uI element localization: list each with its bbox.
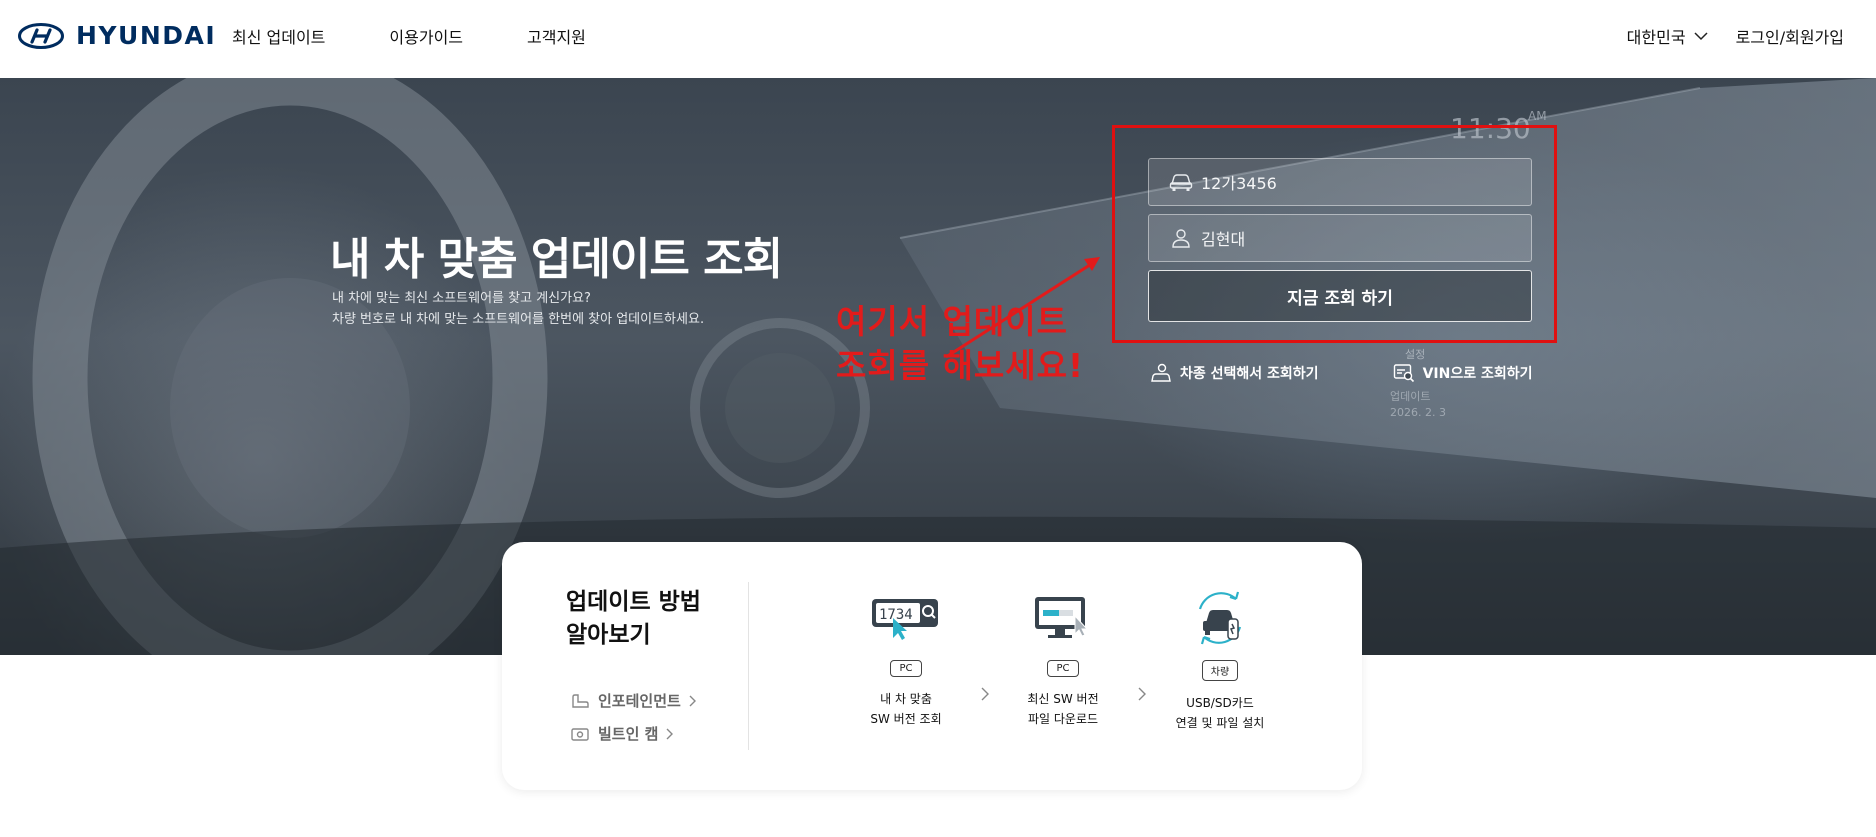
update-steps: 1734 PC 내 차 맞춤 SW 버전 조회 PC 최신 SW 버전 파일 다… <box>842 590 1284 733</box>
step-label-line: SW 버전 조회 <box>870 712 942 726</box>
hero-subtitle: 내 차에 맞는 최신 소프트웨어를 찾고 계신가요? 차량 번호로 내 차에 맞… <box>332 288 704 330</box>
card-divider <box>748 582 749 750</box>
car-icon <box>1169 174 1193 191</box>
utility-menu: 대한민국 로그인/회원가입 <box>1627 24 1844 48</box>
hero-title: 내 차 맞춤 업데이트 조회 <box>330 234 783 285</box>
owner-name-input[interactable] <box>1201 228 1501 248</box>
step-label: USB/SD카드 연결 및 파일 설치 <box>1176 693 1265 733</box>
step-version-lookup: 1734 PC 내 차 맞춤 SW 버전 조회 <box>842 590 970 733</box>
login-link[interactable]: 로그인/회원가입 <box>1736 24 1844 48</box>
plate-number-field[interactable] <box>1148 158 1532 206</box>
step-label-line: USB/SD카드 <box>1186 696 1254 710</box>
hyundai-logo-icon <box>18 22 64 49</box>
main-nav: 최신 업데이트 이용가이드 고객지원 <box>232 24 586 48</box>
chevron-right-icon <box>689 695 696 706</box>
step-badge: PC <box>890 660 922 677</box>
language-selector[interactable]: 대한민국 <box>1627 24 1708 48</box>
update-method-links: 인포테인먼트 빌트인 캠 <box>570 690 697 756</box>
version-search-icon: 1734 <box>871 590 941 646</box>
display-date-text: 2026. 2. 3 <box>1390 406 1446 419</box>
car-usb-icon <box>1190 590 1250 646</box>
car-seat-icon <box>572 693 589 708</box>
update-method-title: 업데이트 방법 알아보기 <box>566 586 701 652</box>
step-label: 내 차 맞춤 SW 버전 조회 <box>870 689 941 729</box>
step-label-line: 최신 SW 버전 <box>1027 692 1099 706</box>
nav-guide[interactable]: 이용가이드 <box>389 24 463 48</box>
search-by-vin-link[interactable]: VIN으로 조회하기 <box>1393 363 1533 383</box>
step-badge: 차량 <box>1201 660 1239 681</box>
vin-search-icon <box>1393 364 1414 383</box>
step-label-line: 파일 다운로드 <box>1027 712 1099 726</box>
display-ampm-text: AM <box>1528 109 1547 123</box>
infotainment-link[interactable]: 인포테인먼트 <box>570 690 697 711</box>
hyundai-logo[interactable]: HYUNDAI <box>18 21 216 50</box>
plate-number-input[interactable] <box>1201 172 1501 192</box>
search-by-model-link[interactable]: 차종 선택해서 조회하기 <box>1150 363 1319 383</box>
camera-icon <box>571 727 589 741</box>
hero-subtitle-line: 내 차에 맞는 최신 소프트웨어를 찾고 계신가요? <box>332 291 591 306</box>
annotation-line: 조회를 해보세요! <box>836 346 1085 385</box>
display-update-text: 업데이트 <box>1390 390 1430 403</box>
nav-support[interactable]: 고객지원 <box>527 24 586 48</box>
step-badge: PC <box>1047 660 1079 677</box>
site-header: HYUNDAI 최신 업데이트 이용가이드 고객지원 대한민국 로그인/회원가입 <box>0 0 1876 78</box>
chevron-down-icon <box>1694 31 1708 40</box>
search-by-vin-label: VIN으로 조회하기 <box>1422 366 1533 382</box>
update-method-card: 업데이트 방법 알아보기 인포테인먼트 빌트인 캠 1734 PC 내 차 맞춤… <box>502 542 1362 790</box>
alternative-search-links: 차종 선택해서 조회하기 VIN으로 조회하기 <box>1150 363 1532 383</box>
hero-subtitle-line: 차량 번호로 내 차에 맞는 소프트웨어를 한번에 찾아 업데이트하세요. <box>332 312 705 327</box>
annotation-text: 여기서 업데이트 조회를 해보세요! <box>836 300 1084 388</box>
display-settings-text: 설정 <box>1405 348 1425 361</box>
step-chevron-icon <box>1127 654 1156 733</box>
language-label: 대한민국 <box>1626 28 1686 47</box>
nav-latest-update[interactable]: 최신 업데이트 <box>232 24 325 48</box>
monitor-download-icon <box>1033 590 1093 646</box>
step-label-line: 내 차 맞춤 <box>880 692 932 706</box>
chevron-right-icon <box>666 728 674 739</box>
search-form: 지금 조회 하기 <box>1148 158 1532 322</box>
step-label-line: 연결 및 파일 설치 <box>1175 716 1265 730</box>
update-method-title-line: 알아보기 <box>566 622 651 648</box>
annotation-line: 여기서 업데이트 <box>836 302 1069 341</box>
search-now-button[interactable]: 지금 조회 하기 <box>1148 270 1532 322</box>
owner-name-field[interactable] <box>1148 214 1532 262</box>
step-usb-install: 차량 USB/SD카드 연결 및 파일 설치 <box>1156 590 1284 733</box>
user-icon <box>1172 229 1190 248</box>
brand-name: HYUNDAI <box>76 21 217 50</box>
builtin-cam-link[interactable]: 빌트인 캠 <box>570 723 697 744</box>
step-label: 최신 SW 버전 파일 다운로드 <box>1027 689 1098 729</box>
search-by-model-label: 차종 선택해서 조회하기 <box>1180 366 1319 382</box>
builtin-cam-label: 빌트인 캠 <box>598 725 659 743</box>
update-method-title-line: 업데이트 방법 <box>566 589 701 615</box>
car-user-icon <box>1151 363 1171 382</box>
version-search-icon-text: 1734 <box>879 607 913 623</box>
infotainment-label: 인포테인먼트 <box>598 692 681 710</box>
step-file-download: PC 최신 SW 버전 파일 다운로드 <box>999 590 1127 733</box>
step-chevron-icon <box>970 654 999 733</box>
